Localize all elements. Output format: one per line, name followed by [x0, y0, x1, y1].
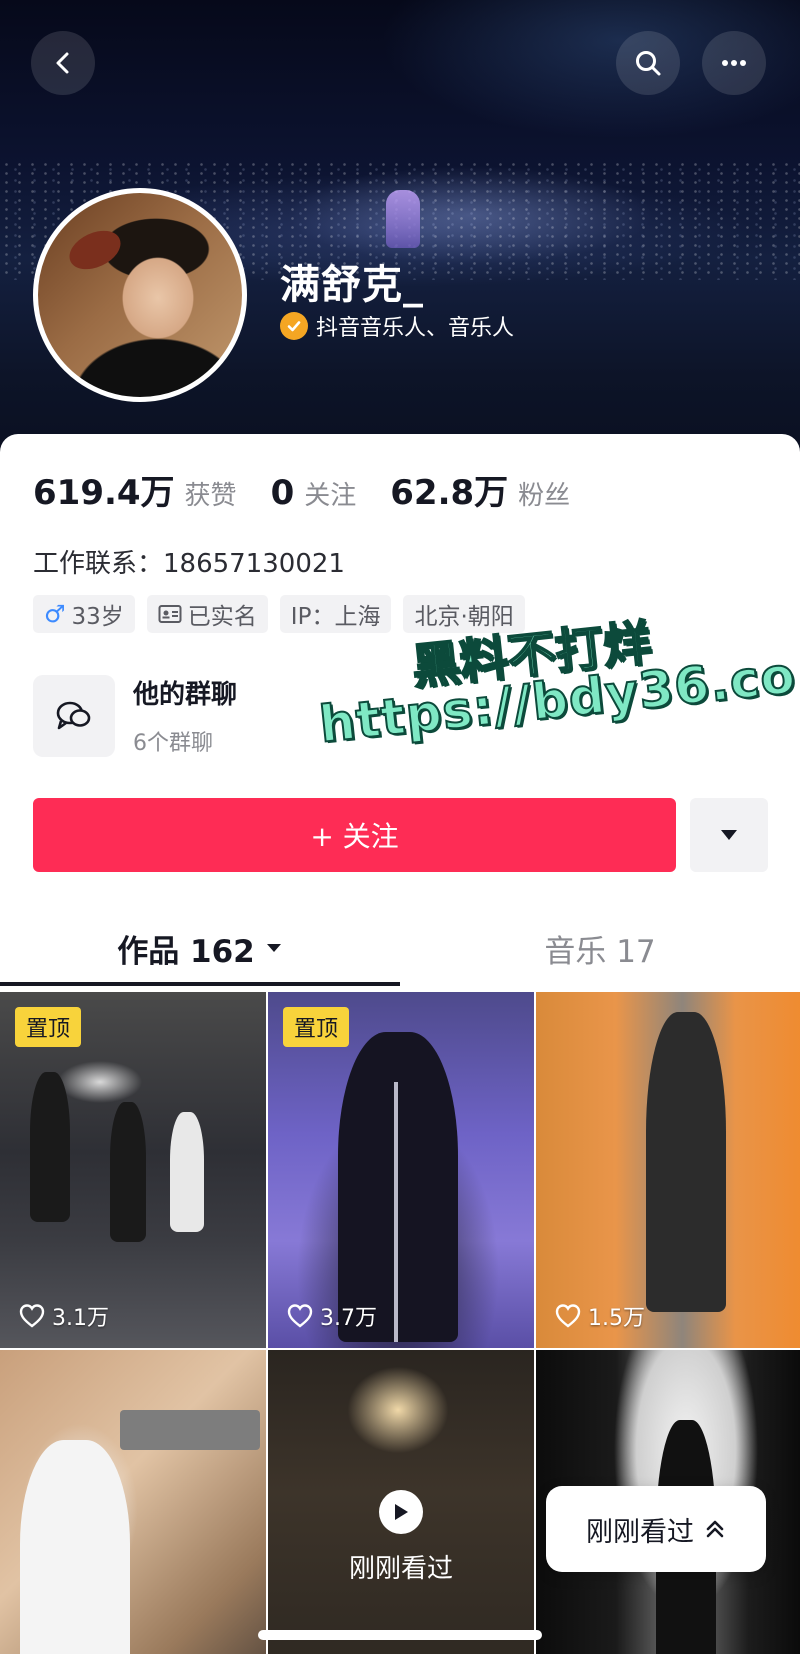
- singer-figure: [338, 1032, 458, 1342]
- just-watched-label: 刚刚看过: [348, 1554, 453, 1584]
- follow-dropdown-button[interactable]: [690, 798, 768, 872]
- stat-following[interactable]: 0 关注: [271, 473, 357, 513]
- pinned-badge: 置顶: [15, 1007, 81, 1047]
- more-icon: [722, 60, 746, 66]
- stat-likes[interactable]: 619.4万 获赞: [33, 465, 237, 514]
- verified-badge-icon: [280, 312, 308, 340]
- like-count: 3.1万: [18, 1300, 109, 1332]
- mic-stand: [394, 1082, 398, 1342]
- tab-works[interactable]: 作品 162: [0, 905, 400, 991]
- stat-value: 619.4万: [33, 473, 175, 513]
- content-tabs: 作品 162 音乐 17: [0, 905, 800, 991]
- video-thumbnail[interactable]: 刚刚看过: [268, 1350, 534, 1654]
- group-chat-icon: [33, 674, 115, 757]
- back-button[interactable]: [31, 31, 95, 95]
- stat-label: 粉丝: [518, 481, 571, 511]
- player-figure: [110, 1102, 146, 1242]
- mirror-selfie-figure: [646, 1012, 726, 1312]
- more-button[interactable]: [702, 31, 766, 95]
- like-count: 3.7万: [286, 1300, 377, 1332]
- group-chat-count: 6个群聊: [133, 731, 213, 756]
- caret-down-icon: [721, 830, 737, 840]
- heart-icon: [19, 1304, 45, 1328]
- range-hood: [120, 1410, 260, 1450]
- just-watched-button[interactable]: 刚刚看过: [546, 1486, 766, 1572]
- stat-label: 获赞: [184, 481, 237, 511]
- tab-works-label: 作品 162: [117, 933, 255, 970]
- group-chat-entry[interactable]: 他的群聊 6个群聊: [33, 674, 237, 757]
- id-card-icon: [158, 605, 182, 623]
- stat-value: 62.8万: [390, 473, 509, 513]
- play-icon: [379, 1490, 423, 1534]
- stat-label: 关注: [304, 481, 357, 511]
- tab-music-label: 音乐 17: [544, 933, 656, 970]
- stage-performer: [386, 190, 420, 248]
- like-count: 1.5万: [554, 1300, 645, 1332]
- gender-age-tag: ♂ 33岁: [33, 595, 135, 633]
- real-name-tag: 已实名: [146, 595, 268, 633]
- age-text: 33岁: [71, 604, 124, 630]
- group-chat-text: 他的群聊 6个群聊: [133, 674, 237, 757]
- search-icon: [636, 51, 661, 76]
- player-figure: [170, 1112, 204, 1232]
- just-watched-overlay: 刚刚看过: [268, 1490, 534, 1585]
- heart-icon: [555, 1304, 581, 1328]
- contact-info: 工作联系：18657130021: [33, 549, 345, 579]
- video-thumbnail[interactable]: 1.5万: [536, 992, 800, 1348]
- back-icon: [56, 52, 69, 74]
- male-icon: ♂: [44, 600, 66, 628]
- football: [63, 223, 127, 277]
- video-thumbnail[interactable]: 置顶 3.7万: [268, 992, 534, 1348]
- verification-text: 抖音音乐人、音乐人: [316, 316, 515, 341]
- like-count-text: 3.1万: [52, 1306, 109, 1331]
- tab-music[interactable]: 音乐 17: [400, 905, 800, 991]
- follow-button[interactable]: + 关注: [33, 798, 676, 872]
- real-name-text: 已实名: [187, 604, 257, 630]
- video-thumbnail[interactable]: 置顶 3.1万: [0, 992, 266, 1348]
- caret-down-icon: [266, 944, 281, 952]
- avatar[interactable]: [33, 188, 247, 402]
- username: 满舒克_: [280, 262, 424, 308]
- cooking-figure: [20, 1440, 130, 1654]
- heart-icon: [287, 1304, 313, 1328]
- stat-value: 0: [270, 473, 295, 513]
- just-watched-button-label: 刚刚看过: [586, 1516, 694, 1548]
- video-thumbnail[interactable]: [0, 1350, 266, 1654]
- pinned-badge: 置顶: [283, 1007, 349, 1047]
- stat-followers[interactable]: 62.8万 粉丝: [390, 465, 570, 514]
- active-tab-indicator: [0, 982, 400, 986]
- player-figure: [30, 1072, 70, 1222]
- like-count-text: 1.5万: [588, 1306, 645, 1331]
- stats-row: 619.4万 获赞 0 关注 62.8万 粉丝: [33, 465, 604, 514]
- like-count-text: 3.7万: [320, 1306, 377, 1331]
- home-indicator: [258, 1630, 542, 1640]
- verification-row: 抖音音乐人、音乐人: [280, 310, 514, 342]
- double-chevron-up-icon: [706, 1520, 724, 1538]
- group-chat-title: 他的群聊: [133, 680, 238, 710]
- search-button[interactable]: [616, 31, 680, 95]
